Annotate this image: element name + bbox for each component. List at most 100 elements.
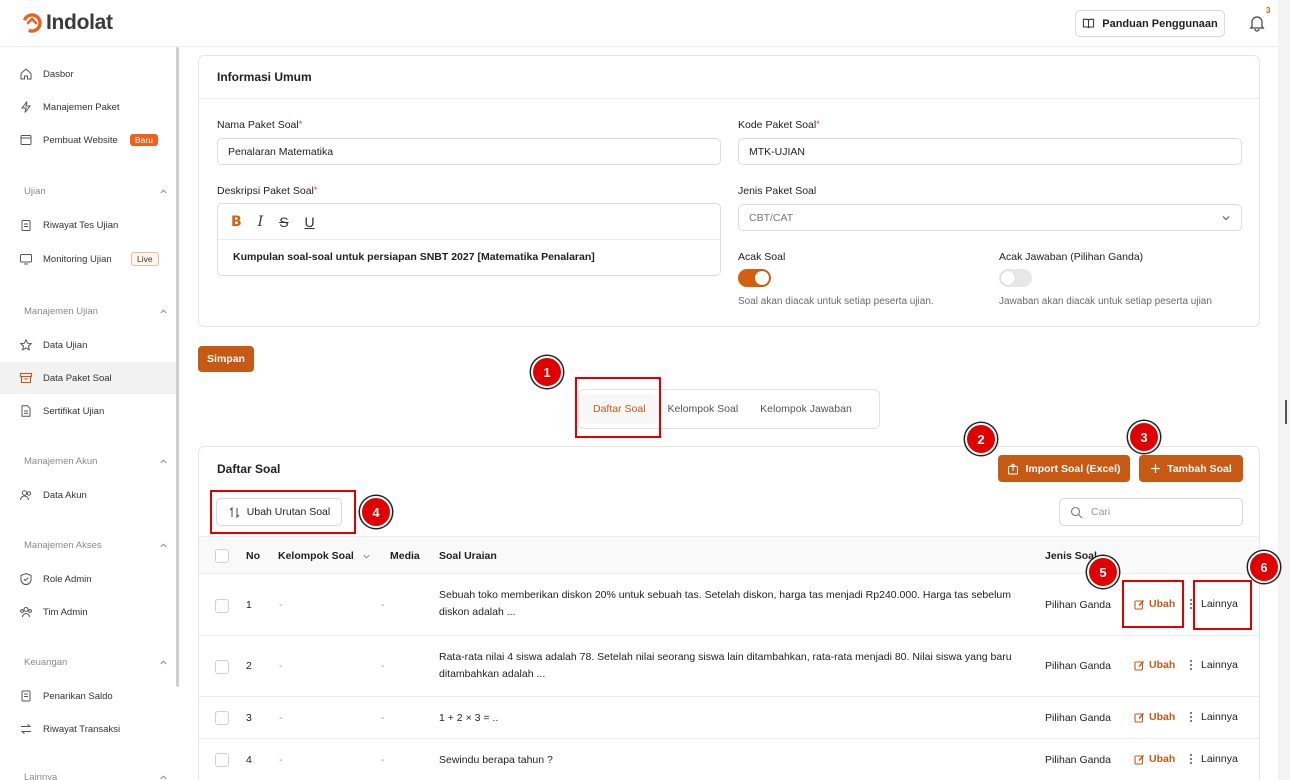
required-mark: *	[313, 185, 318, 195]
document-icon	[21, 405, 31, 417]
more-actions-button[interactable]: Lainnya	[1189, 711, 1238, 723]
description-editor[interactable]: B I S U Kumpulan soal-soal untuk persiap…	[217, 203, 721, 276]
column-type: Jenis Soal	[1045, 550, 1097, 562]
team-icon	[20, 607, 32, 618]
sidebar-item-penarikan-saldo[interactable]: Penarikan Saldo	[0, 680, 176, 712]
row-media: -	[381, 712, 385, 724]
shuffle-answers-toggle[interactable]	[999, 269, 1032, 287]
row-type: Pilihan Ganda	[1045, 712, 1111, 724]
users-icon	[20, 490, 32, 501]
underline-button[interactable]: U	[305, 214, 315, 230]
sidebar-section-title: Ujian	[24, 186, 46, 197]
row-checkbox[interactable]	[215, 660, 229, 674]
add-question-button[interactable]: Tambah Soal	[1139, 455, 1243, 482]
sidebar-item-dasbor[interactable]: Dasbor	[0, 58, 176, 90]
notification-bell-icon[interactable]	[1248, 14, 1266, 32]
sidebar-section-keuangan[interactable]: Keuangan	[24, 657, 172, 668]
edit-label: Ubah	[1149, 753, 1176, 765]
more-actions-button[interactable]: Lainnya	[1189, 753, 1238, 765]
browser-icon	[20, 135, 32, 145]
sidebar-item-data-akun[interactable]: Data Akun	[0, 479, 176, 511]
sidebar-item-role-admin[interactable]: Role Admin	[0, 563, 176, 595]
package-type-value: CBT/CAT	[749, 211, 794, 224]
edit-question-button[interactable]: Ubah	[1134, 659, 1175, 671]
table-row: 3 - - 1 + 2 × 3 = .. Pilihan Ganda Ubah …	[199, 697, 1259, 739]
row-type: Pilihan Ganda	[1045, 599, 1111, 611]
package-type-select[interactable]: CBT/CAT	[738, 204, 1242, 231]
row-number: 2	[246, 660, 252, 672]
sidebar-item-pembuat-website[interactable]: Pembuat Website Baru	[0, 124, 176, 156]
edit-question-button[interactable]: Ubah	[1134, 753, 1175, 765]
sidebar-item-riwayat-tes-ujian[interactable]: Riwayat Tes Ujian	[0, 209, 176, 241]
page-scrollbar[interactable]	[1278, 0, 1290, 780]
logo-mark-icon	[22, 13, 42, 33]
tab-kelompok-jawaban[interactable]: Kelompok Jawaban	[749, 394, 863, 424]
editor-toolbar: B I S U	[218, 204, 720, 240]
select-all-checkbox[interactable]	[215, 549, 229, 563]
sidebar-item-sertifikat-ujian[interactable]: Sertifikat Ujian	[0, 395, 176, 427]
upload-icon	[1008, 462, 1019, 474]
sidebar-item-riwayat-transaksi[interactable]: Riwayat Transaksi	[0, 713, 176, 745]
sidebar-item-data-paket-soal[interactable]: Data Paket Soal	[0, 362, 176, 394]
sidebar-section-manajemen-akun[interactable]: Manajemen Akun	[24, 456, 172, 467]
italic-button[interactable]: I	[258, 214, 264, 230]
save-button[interactable]: Simpan	[198, 346, 254, 372]
bolt-icon	[20, 101, 32, 113]
sidebar-item-data-ujian[interactable]: Data Ujian	[0, 329, 176, 361]
toggle-knob	[1001, 271, 1015, 285]
sidebar-section-manajemen-akses[interactable]: Manajemen Akses	[24, 540, 172, 551]
shield-check-icon	[20, 572, 32, 586]
required-mark: *	[298, 119, 303, 129]
column-no: No	[246, 550, 260, 562]
row-type: Pilihan Ganda	[1045, 660, 1111, 672]
tab-kelompok-soal[interactable]: Kelompok Soal	[657, 394, 750, 424]
bold-button[interactable]: B	[231, 214, 242, 230]
archive-icon	[19, 372, 33, 384]
highlight-box-more	[1193, 580, 1252, 630]
column-group[interactable]: Kelompok Soal	[278, 550, 371, 562]
shuffle-answers-hint: Jawaban akan diacak untuk setiap peserta…	[999, 296, 1212, 307]
search-icon	[1070, 506, 1083, 518]
edit-question-button[interactable]: Ubah	[1134, 711, 1175, 723]
sidebar-item-tim-admin[interactable]: Tim Admin	[0, 596, 176, 628]
package-name-input[interactable]: Penalaran Matematika	[217, 138, 721, 165]
search-placeholder: Cari	[1091, 506, 1111, 518]
more-actions-button[interactable]: Lainnya	[1189, 659, 1238, 671]
column-group-label: Kelompok Soal	[278, 550, 354, 562]
sidebar-item-label: Sertifikat Ujian	[43, 405, 105, 417]
package-code-label: Kode Paket Soal*	[738, 119, 820, 131]
step-marker-2: 2	[965, 423, 997, 455]
chevron-up-icon	[160, 459, 167, 464]
row-question: Sebuah toko memberikan diskon 20% untuk …	[439, 589, 1012, 618]
row-checkbox[interactable]	[215, 599, 229, 613]
step-marker-6: 6	[1248, 551, 1280, 583]
sidebar-section-lainnya[interactable]: Lainnya	[24, 772, 172, 780]
package-name-label: Nama Paket Soal*	[217, 119, 302, 131]
chevron-down-icon	[363, 554, 370, 559]
sidebar-scrollbar[interactable]	[176, 47, 179, 687]
shuffle-questions-toggle[interactable]	[738, 269, 771, 287]
import-excel-button[interactable]: Import Soal (Excel)	[998, 455, 1130, 482]
description-text[interactable]: Kumpulan soal-soal untuk persiapan SNBT …	[218, 240, 720, 263]
sidebar-item-label: Monitoring Ujian	[43, 253, 112, 265]
sidebar-section-manajemen-ujian[interactable]: Manajemen Ujian	[24, 306, 172, 317]
brand-logo[interactable]: Indolat	[22, 11, 113, 35]
row-checkbox[interactable]	[215, 753, 229, 767]
search-input[interactable]: Cari	[1059, 498, 1243, 526]
user-guide-button[interactable]: Panduan Penggunaan	[1075, 10, 1225, 37]
strikethrough-button[interactable]: S	[279, 214, 288, 230]
row-checkbox[interactable]	[215, 711, 229, 725]
sidebar-item-manajemen-paket[interactable]: Manajemen Paket	[0, 91, 176, 123]
sidebar-item-label: Manajemen Paket	[43, 101, 120, 113]
row-question: 1 + 2 × 3 = ..	[439, 712, 499, 724]
row-type: Pilihan Ganda	[1045, 754, 1111, 766]
sidebar-item-label: Data Akun	[43, 489, 87, 501]
sidebar-item-monitoring-ujian[interactable]: Monitoring Ujian Live	[0, 243, 176, 275]
vertical-dots-icon	[1190, 712, 1192, 722]
scrollbar-grip[interactable]	[1285, 400, 1287, 424]
shuffle-answers-label: Acak Jawaban (Pilihan Ganda)	[999, 251, 1144, 263]
package-code-input[interactable]: MTK-UJIAN	[738, 138, 1242, 165]
chevron-up-icon	[160, 660, 167, 665]
package-name-label-text: Nama Paket Soal	[217, 119, 299, 131]
sidebar-section-ujian[interactable]: Ujian	[24, 186, 172, 197]
